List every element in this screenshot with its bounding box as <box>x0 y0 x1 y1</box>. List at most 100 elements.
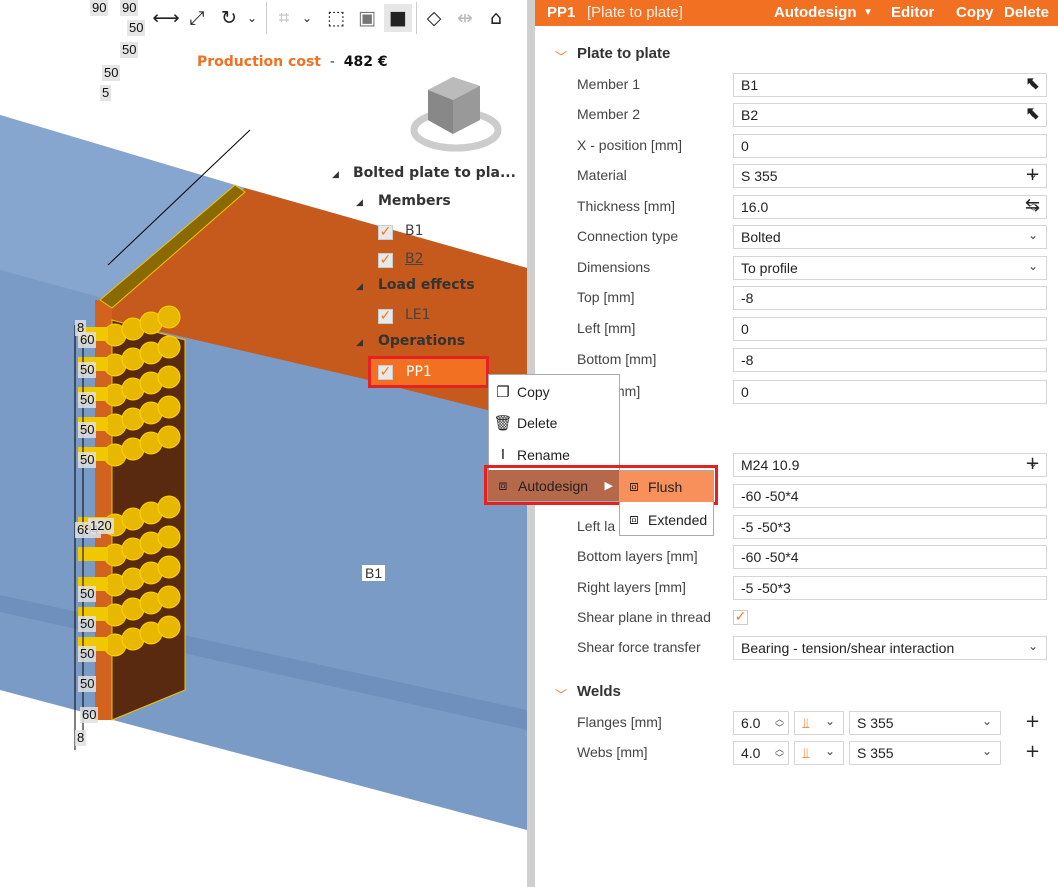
right-input[interactable]: 0 <box>733 380 1047 404</box>
section-icon[interactable]: ◇ <box>420 4 448 32</box>
toplayers-input[interactable]: -60 -50*4 <box>733 484 1047 508</box>
add-icon[interactable]: + <box>1025 164 1040 185</box>
dimension-label[interactable]: 50 <box>78 392 97 408</box>
delete-button[interactable]: Delete <box>1004 4 1049 21</box>
collapse-icon[interactable]: ◢ <box>332 170 339 180</box>
chevron-down-icon[interactable]: ⌄ <box>982 714 992 728</box>
dimension-label[interactable]: 50 <box>127 20 146 36</box>
webs-weld-type-select[interactable]: ⫫ ⌄ <box>794 741 844 765</box>
dimension-label[interactable]: 50 <box>78 362 97 378</box>
dimension-label[interactable]: 5 <box>100 85 112 101</box>
top-input[interactable]: -8 <box>733 286 1047 310</box>
menu-item-flush[interactable]: ⧈ Flush <box>620 471 713 502</box>
left-input[interactable]: 0 <box>733 317 1047 341</box>
checkbox-b1[interactable]: ✓ <box>378 225 393 240</box>
collapse-icon[interactable]: ◢ <box>356 338 363 348</box>
add-icon[interactable]: + <box>1025 741 1040 762</box>
tree-item-b2[interactable]: B2 <box>405 251 424 267</box>
mirror-icon[interactable]: ⇹ <box>451 4 479 32</box>
dimension-label[interactable]: 8 <box>75 730 87 746</box>
crop-icon[interactable]: ⌗ <box>270 4 298 32</box>
webs-thickness-input[interactable]: 4.0 ︿ ﹀ <box>733 741 789 765</box>
dimension-label[interactable]: 50 <box>78 422 97 438</box>
member-label-b1[interactable]: B1 <box>362 565 386 581</box>
editor-button[interactable]: Editor <box>891 4 934 21</box>
wireframe-cube-icon[interactable]: ⬚ <box>322 4 350 32</box>
dimension-label[interactable]: 90 <box>120 0 139 16</box>
menu-item-autodesign[interactable]: ⧈ Autodesign ▶ <box>488 470 619 501</box>
shearforce-select[interactable]: Bearing - tension/shear interaction ⌄ <box>733 636 1047 660</box>
flanges-thickness-input[interactable]: 6.0 ︿ ﹀ <box>733 711 789 735</box>
flanges-material-select[interactable]: S 355 ⌄ <box>849 711 1001 735</box>
dimension-label[interactable]: 50 <box>78 586 97 602</box>
bolt[interactable] <box>157 305 181 329</box>
bolt[interactable] <box>157 425 181 449</box>
dimension-label[interactable]: 90 <box>90 0 109 16</box>
chevron-down-icon[interactable]: ⌄ <box>1028 228 1038 242</box>
bolt[interactable] <box>157 525 181 549</box>
thickness-input[interactable]: 16.0 ︿ ﹀ <box>733 195 1047 219</box>
fit-view-icon[interactable]: ⤢ <box>183 4 211 32</box>
bolt[interactable] <box>157 615 181 639</box>
3d-viewport[interactable]: 5505050904009050505586050505050684120505… <box>0 0 527 887</box>
member2-select[interactable]: B2 ⌄ <box>733 103 1047 127</box>
flanges-weld-type-select[interactable]: ⫫ ⌄ <box>794 711 844 735</box>
tree-load-effects[interactable]: Load effects <box>378 277 475 293</box>
tree-item-le1[interactable]: LE1 <box>405 307 431 323</box>
dimension-label[interactable]: 50 <box>78 616 97 632</box>
section-plate-to-plate[interactable]: Plate to plate <box>577 45 670 62</box>
bottomlayers-input[interactable]: -60 -50*4 <box>733 545 1047 569</box>
chevron-down-icon[interactable]: ﹀ <box>555 48 567 65</box>
leftlayers-input[interactable]: -5 -50*3 <box>733 515 1047 539</box>
add-icon[interactable]: + <box>1025 711 1040 732</box>
checkbox-le1[interactable]: ✓ <box>378 309 393 324</box>
chevron-down-icon[interactable]: ⌄ <box>825 714 835 728</box>
chevron-down-icon[interactable]: ⌄ <box>297 4 317 32</box>
dims-select[interactable]: To profile ⌄ <box>733 256 1047 280</box>
menu-item-extended[interactable]: ⧈ Extended <box>620 504 713 535</box>
dimension-label[interactable]: 50 <box>78 452 97 468</box>
view-cube-icon[interactable] <box>408 72 518 157</box>
bolt-select[interactable]: M24 10.9 ⌄ <box>733 453 1047 477</box>
section-welds[interactable]: Welds <box>577 683 621 700</box>
spinner-icon[interactable]: ︿ ﹀ <box>775 715 784 733</box>
bolt[interactable] <box>157 365 181 389</box>
tree-operations[interactable]: Operations <box>378 333 465 349</box>
spinner-icon[interactable]: ︿ ﹀ <box>775 745 784 763</box>
dimension-label[interactable]: 50 <box>102 65 121 81</box>
copy-button[interactable]: Copy <box>956 4 994 21</box>
dimension-label[interactable]: 120 <box>88 518 114 534</box>
chevron-down-icon[interactable]: ⌄ <box>242 4 262 32</box>
tree-root[interactable]: Bolted plate to pla... <box>353 165 516 181</box>
member1-select[interactable]: B1 ⌄ <box>733 73 1047 97</box>
material-select[interactable]: S 355 ⌄ <box>733 164 1047 188</box>
pick-cursor-icon[interactable]: ⬉ <box>1025 103 1040 124</box>
collapse-icon[interactable]: ◢ <box>356 198 363 208</box>
webs-material-select[interactable]: S 355 ⌄ <box>849 741 1001 765</box>
transparent-cube-icon[interactable]: ▣ <box>353 4 381 32</box>
dimension-label[interactable]: 50 <box>120 42 139 58</box>
tree-item-pp1[interactable]: ✓ PP1 <box>368 356 489 388</box>
menu-item-copy[interactable]: ❐ Copy <box>489 376 619 407</box>
ruler-icon[interactable]: ⟷ <box>152 4 180 32</box>
bolt[interactable] <box>157 395 181 419</box>
bolt[interactable] <box>157 585 181 609</box>
autodesign-button[interactable]: Autodesign <box>774 4 857 21</box>
rotate-icon[interactable]: ↻ <box>215 4 243 32</box>
home-icon[interactable]: ⌂ <box>482 4 510 32</box>
chevron-down-icon[interactable]: ⌄ <box>982 744 992 758</box>
bolt[interactable] <box>157 335 181 359</box>
solid-cube-icon[interactable]: ■ <box>384 4 412 32</box>
add-icon[interactable]: + <box>1025 453 1040 474</box>
menu-item-delete[interactable]: 🗑 Delete <box>489 407 619 438</box>
tree-item-b1[interactable]: B1 <box>405 223 424 239</box>
chevron-down-icon[interactable]: ⌄ <box>825 744 835 758</box>
dimension-label[interactable]: 50 <box>78 646 97 662</box>
bolt[interactable] <box>157 555 181 579</box>
dimension-label[interactable]: 50 <box>78 676 97 692</box>
chevron-down-icon[interactable]: ⌄ <box>1028 259 1038 273</box>
swap-icon[interactable]: ⇆ <box>1025 195 1040 216</box>
bolt[interactable] <box>157 495 181 519</box>
dimension-label[interactable]: 60 <box>78 332 97 348</box>
dimension-label[interactable]: 60 <box>80 707 99 723</box>
